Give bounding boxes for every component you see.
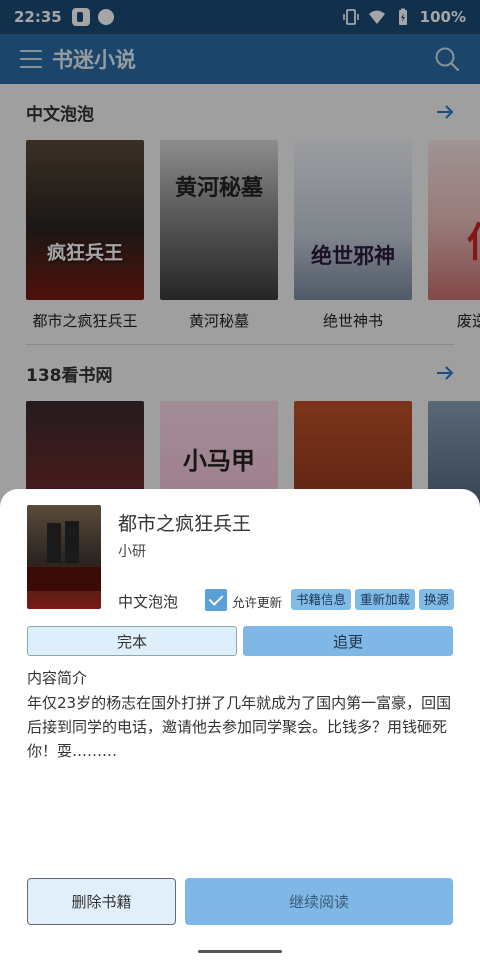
intro-label: 内容简介 [27,669,88,687]
cover-art [27,521,101,591]
continue-reading-button[interactable]: 继续阅读 [185,878,453,925]
delete-book-button[interactable]: 删除书籍 [27,878,176,925]
completed-toggle[interactable]: 完本 [27,626,237,656]
change-source-chip[interactable]: 换源 [419,589,455,610]
home-indicator[interactable] [198,950,282,953]
sheet-book-title: 都市之疯狂兵王 [118,513,252,535]
sheet-book-author: 小研 [118,544,146,560]
reload-chip[interactable]: 重新加载 [355,589,416,610]
allow-update-checkbox[interactable] [205,589,227,611]
sheet-book-cover [27,505,101,609]
allow-update-label[interactable]: 允许更新 [232,592,282,611]
book-detail-sheet: 都市之疯狂兵王 小研 中文泡泡 允许更新 书籍信息 重新加载 换源 完本 追更 … [0,489,480,960]
follow-toggle[interactable]: 追更 [243,626,453,656]
intro-text: 年仅23岁的杨志在国外打拼了几年就成为了国内第一富豪，回国后接到同学的电话，邀请… [27,694,452,760]
sheet-book-source[interactable]: 中文泡泡 [118,591,178,612]
book-info-chip[interactable]: 书籍信息 [291,589,352,610]
